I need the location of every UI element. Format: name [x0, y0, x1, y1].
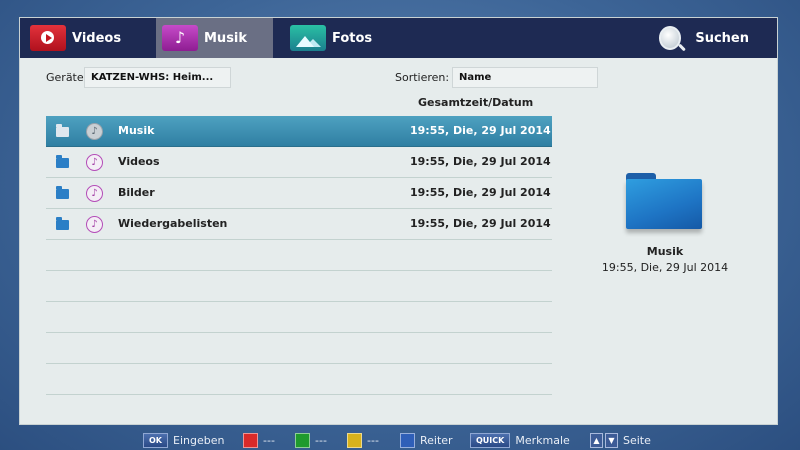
tab-musik-label: Musik	[204, 30, 248, 46]
device-selector[interactable]: KATZEN-WHS: Heim...	[84, 67, 231, 88]
search-icon	[659, 26, 682, 50]
legend-ok: OK Eingeben	[143, 432, 224, 448]
tab-fotos-label: Fotos	[332, 30, 373, 46]
legend-green-label: ---	[315, 433, 327, 447]
folder-preview-icon	[626, 173, 702, 229]
file-list: ♪ Musik 19:55, Die, 29 Jul 2014 ♪ Videos…	[46, 116, 552, 395]
tab-videos[interactable]: Videos	[26, 18, 156, 58]
list-item[interactable]: ♪ Videos 19:55, Die, 29 Jul 2014	[46, 147, 552, 178]
yellow-key-icon	[347, 432, 362, 448]
legend-yellow-label: ---	[367, 433, 379, 447]
preview-name: Musik	[646, 245, 684, 258]
list-item-name: Videos	[118, 155, 160, 168]
red-key-icon	[243, 432, 258, 448]
media-browser-panel: Videos ♪ Musik Fotos Suchen Geräte: KATZ…	[19, 17, 778, 425]
tab-bar: Videos ♪ Musik Fotos Suchen	[20, 18, 777, 58]
tab-fotos[interactable]: Fotos	[290, 18, 410, 58]
empty-row	[46, 240, 552, 271]
ok-key-icon: OK	[143, 432, 168, 448]
page-up-icon: ▲	[590, 432, 603, 448]
folder-icon	[56, 155, 69, 168]
column-header-date: Gesamtzeit/Datum	[418, 96, 534, 109]
music-note-icon: ♪	[86, 154, 103, 171]
tab-musik[interactable]: ♪ Musik	[156, 18, 273, 58]
device-label: Geräte:	[46, 71, 88, 84]
legend-blue-label: Reiter	[420, 433, 453, 447]
list-item-date: 19:55, Die, 29 Jul 2014	[410, 155, 551, 168]
music-note-icon: ♪	[162, 25, 198, 51]
preview-date: 19:55, Die, 29 Jul 2014	[601, 261, 729, 274]
empty-row	[46, 364, 552, 395]
quick-key-icon: QUICK	[470, 432, 511, 448]
empty-row	[46, 271, 552, 302]
search-button[interactable]: Suchen	[659, 18, 749, 58]
legend-quick: QUICK Merkmale	[470, 432, 570, 448]
list-item[interactable]: ♪ Bilder 19:55, Die, 29 Jul 2014	[46, 178, 552, 209]
blue-key-icon	[400, 432, 415, 448]
music-note-icon: ♪	[86, 216, 103, 233]
remote-key-legend: OK Eingeben --- --- --- Reiter QUICK Mer…	[0, 430, 800, 450]
music-note-icon: ♪	[86, 185, 103, 202]
page-down-icon: ▼	[605, 432, 618, 448]
empty-row	[46, 333, 552, 364]
photo-landscape-icon	[290, 25, 326, 51]
legend-blue: Reiter	[400, 432, 453, 448]
list-item-name: Musik	[118, 124, 155, 137]
list-item-date: 19:55, Die, 29 Jul 2014	[410, 217, 551, 230]
video-play-icon	[30, 25, 66, 51]
empty-row	[46, 302, 552, 333]
legend-green: ---	[295, 432, 327, 448]
list-item-date: 19:55, Die, 29 Jul 2014	[410, 186, 551, 199]
search-label: Suchen	[695, 30, 749, 46]
legend-page: ▲ ▼ Seite	[590, 432, 651, 448]
tab-videos-label: Videos	[72, 30, 122, 46]
list-item-name: Bilder	[118, 186, 155, 199]
folder-icon	[56, 186, 69, 199]
legend-ok-label: Eingeben	[173, 433, 225, 447]
folder-icon	[56, 124, 69, 137]
legend-yellow: ---	[347, 432, 379, 448]
green-key-icon	[295, 432, 310, 448]
legend-red-label: ---	[263, 433, 275, 447]
list-item[interactable]: ♪ Wiedergabelisten 19:55, Die, 29 Jul 20…	[46, 209, 552, 240]
legend-red: ---	[243, 432, 275, 448]
list-item[interactable]: ♪ Musik 19:55, Die, 29 Jul 2014	[46, 116, 552, 147]
folder-icon	[56, 217, 69, 230]
music-note-icon: ♪	[86, 123, 103, 140]
legend-quick-label: Merkmale	[515, 433, 570, 447]
list-item-date: 19:55, Die, 29 Jul 2014	[410, 124, 551, 137]
sort-label: Sortieren:	[395, 71, 450, 84]
legend-page-label: Seite	[623, 433, 651, 447]
sort-selector[interactable]: Name	[452, 67, 598, 88]
list-item-name: Wiedergabelisten	[118, 217, 228, 230]
